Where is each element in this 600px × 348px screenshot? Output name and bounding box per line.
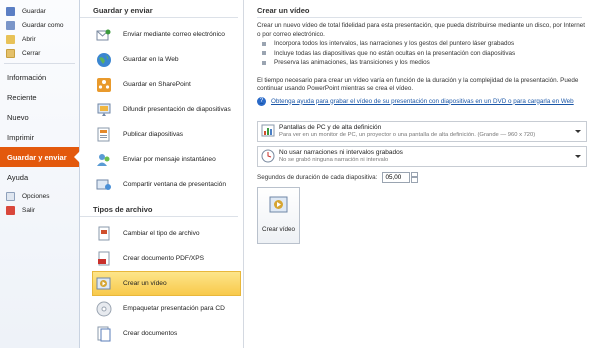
cd-package-icon <box>95 300 113 318</box>
change-file-type-icon <box>95 225 113 243</box>
spin-down-icon[interactable] <box>411 177 419 183</box>
nav-options[interactable]: Opciones <box>0 189 79 203</box>
exit-icon <box>6 205 15 215</box>
nav-close[interactable]: Cerrar <box>0 46 79 60</box>
nav-divider <box>4 63 75 64</box>
create-video-label: Crear vídeo <box>262 225 295 233</box>
save-send-options: Guardar y enviar Enviar mediante correo … <box>80 0 244 348</box>
save-sharepoint-option[interactable]: Guardar en SharePoint <box>80 72 243 97</box>
chevron-down-icon <box>575 154 581 161</box>
save-web-option[interactable]: Guardar en la Web <box>80 47 243 72</box>
nav-new[interactable]: Nuevo <box>0 107 79 127</box>
handouts-icon <box>95 325 113 343</box>
nav-recent[interactable]: Reciente <box>0 87 79 107</box>
share-window-icon <box>95 176 113 194</box>
nav-info[interactable]: Información <box>0 67 79 87</box>
help-icon: ? <box>257 96 266 106</box>
chevron-down-icon <box>575 129 581 136</box>
publish-slides-option[interactable]: Publicar diapositivas <box>80 122 243 147</box>
change-file-type-option[interactable]: Cambiar el tipo de archivo <box>80 221 243 246</box>
video-icon <box>95 275 113 293</box>
seconds-per-slide: Segundos de duración de cada diapositiva… <box>257 171 588 183</box>
nav-open[interactable]: Abrir <box>0 32 79 46</box>
options-icon <box>6 191 15 201</box>
time-note: El tiempo necesario para crear un vídeo … <box>257 76 579 93</box>
create-handouts-option[interactable]: Crear documentos <box>80 321 243 346</box>
save-as-icon <box>6 20 15 30</box>
feature-bullet: Incorpora todos los intervalos, las narr… <box>257 39 588 49</box>
pdf-xps-option[interactable]: Crear documento PDF/XPS <box>80 246 243 271</box>
nav-save-as[interactable]: Guardar como <box>0 18 79 32</box>
create-video-button[interactable]: Crear vídeo <box>257 186 300 244</box>
dropdown-subtitle: Para ver en un monitor de PC, un proyect… <box>279 131 536 138</box>
section-title-save-send: Guardar y enviar <box>80 4 238 18</box>
save-icon <box>6 6 15 16</box>
dropdown-subtitle: No se grabó ninguna narración ni interva… <box>279 156 389 163</box>
seconds-input[interactable] <box>382 171 411 183</box>
open-folder-icon <box>6 34 15 44</box>
instant-message-option[interactable]: Enviar por mensaje instantáneo <box>80 147 243 172</box>
sharepoint-icon <box>95 76 113 94</box>
email-option[interactable]: Enviar mediante correo electrónico <box>80 22 243 47</box>
dropdown-title: No usar narraciones ni intervalos grabad… <box>279 148 403 156</box>
broadcast-option[interactable]: Difundir presentación de diapositivas <box>80 97 243 122</box>
panel-title: Crear un vídeo <box>257 4 582 18</box>
nav-save-send[interactable]: Guardar y enviar <box>0 147 80 167</box>
share-window-option[interactable]: Compartir ventana de presentación <box>80 172 243 197</box>
pdf-document-icon <box>95 250 113 268</box>
help-link[interactable]: ? Obtenga ayuda para grabar el vídeo de … <box>257 96 588 106</box>
instant-message-icon <box>95 151 113 169</box>
nav-save[interactable]: Guardar <box>0 4 79 18</box>
seconds-label: Segundos de duración de cada diapositiva… <box>257 173 378 181</box>
create-video-panel: Crear un vídeo Crear un nuevo vídeo de t… <box>245 0 600 348</box>
close-file-icon <box>6 48 15 58</box>
monitor-chart-icon <box>261 124 275 138</box>
broadcast-icon <box>95 101 113 119</box>
package-cd-option[interactable]: Empaquetar presentación para CD <box>80 296 243 321</box>
panel-description: Crear un nuevo vídeo de total fidelidad … <box>257 22 585 38</box>
publish-slides-icon <box>95 126 113 144</box>
video-icon <box>269 195 289 217</box>
feature-bullet: Preserva las animaciones, las transicion… <box>257 58 588 68</box>
feature-bullet: Incluye todas las diapositivas que no es… <box>257 49 588 59</box>
dropdown-title: Pantallas de PC y de alta definición <box>279 123 382 131</box>
nav-print[interactable]: Imprimir <box>0 127 79 147</box>
email-icon <box>95 26 113 44</box>
narration-dropdown[interactable]: No usar narraciones ni intervalos grabad… <box>257 145 587 167</box>
seconds-spinner[interactable] <box>411 171 419 183</box>
web-globe-icon <box>95 51 113 69</box>
video-quality-dropdown[interactable]: Pantallas de PC y de alta definición Par… <box>257 120 587 142</box>
nav-help[interactable]: Ayuda <box>0 167 79 187</box>
backstage-nav: Guardar Guardar como Abrir Cerrar Inform… <box>0 0 80 348</box>
section-title-file-types: Tipos de archivo <box>80 203 238 217</box>
clock-icon <box>261 149 275 163</box>
nav-exit[interactable]: Salir <box>0 203 79 217</box>
create-video-option[interactable]: Crear un vídeo <box>92 271 241 296</box>
